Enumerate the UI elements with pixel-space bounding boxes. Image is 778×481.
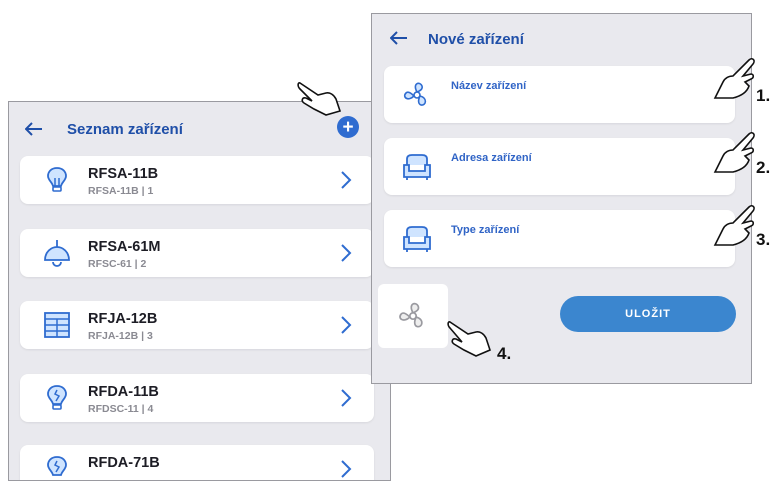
pointing-hand-icon — [447, 321, 491, 357]
device-type-field[interactable]: Type zařízení — [384, 210, 735, 267]
fan-icon — [399, 302, 423, 328]
pointing-hand-icon — [713, 132, 755, 173]
chevron-right-icon — [341, 171, 352, 189]
device-card[interactable]: RFSA-61M RFSC-61 | 2 — [20, 229, 374, 277]
device-address-field[interactable]: Adresa zařízení — [384, 138, 735, 195]
device-name: RFDA-71B — [88, 455, 160, 471]
device-list-screen: Seznam zařízení + RFSA-11B RFSA-11B | 1 … — [8, 101, 391, 481]
blinds-icon — [44, 312, 70, 338]
icon-picker[interactable] — [378, 284, 448, 348]
device-name: RFJA-12B — [88, 311, 158, 327]
device-subtitle: RFSA-11B | 1 — [88, 185, 154, 197]
dimmer-bulb-icon — [47, 385, 67, 410]
device-subtitle: RFDSC-11 | 4 — [88, 403, 154, 415]
plus-circle-icon[interactable]: + — [337, 116, 359, 138]
device-name: RFSA-61M — [88, 239, 161, 255]
annotation-label: 2. — [756, 158, 771, 177]
armchair-icon — [403, 226, 431, 252]
bulb-icon — [47, 167, 67, 192]
chevron-right-icon — [341, 389, 352, 407]
page-title: Seznam zařízení — [67, 121, 183, 138]
pointing-hand-icon — [297, 82, 342, 116]
chevron-right-icon — [341, 460, 352, 478]
device-name: RFSA-11B — [88, 166, 159, 182]
back-arrow-icon[interactable] — [25, 122, 43, 136]
form-header: Nové zařízení — [372, 14, 751, 66]
chevron-right-icon — [341, 316, 352, 334]
device-card[interactable]: RFDA-71B — [20, 445, 374, 480]
back-arrow-icon[interactable] — [390, 31, 408, 45]
page-title: Nové zařízení — [428, 31, 524, 48]
device-name-field[interactable]: Název zařízení — [384, 66, 735, 123]
fan-icon — [403, 82, 427, 106]
new-device-screen: Nové zařízení Název zařízení Adresa zaří… — [371, 13, 752, 384]
pointing-hand-icon — [713, 205, 755, 246]
ceiling-lamp-icon — [44, 240, 70, 267]
annotation-label: 4. — [497, 344, 512, 363]
chevron-right-icon — [341, 244, 352, 262]
dimmer-bulb-icon — [47, 456, 67, 476]
device-card[interactable]: RFJA-12B RFJA-12B | 3 — [20, 301, 374, 349]
annotation-label: 3. — [756, 230, 771, 249]
annotation-label: 1. — [756, 86, 771, 105]
device-subtitle: RFJA-12B | 3 — [88, 330, 153, 342]
device-subtitle: RFSC-61 | 2 — [88, 258, 147, 270]
field-label: Adresa zařízení — [451, 152, 532, 164]
field-label: Type zařízení — [451, 224, 520, 236]
save-button[interactable]: ULOŽIT — [560, 296, 736, 332]
field-label: Název zařízení — [451, 80, 527, 92]
armchair-icon — [403, 154, 431, 180]
device-card[interactable]: RFDA-11B RFDSC-11 | 4 — [20, 374, 374, 422]
device-name: RFDA-11B — [88, 384, 159, 400]
device-card[interactable]: RFSA-11B RFSA-11B | 1 — [20, 156, 374, 204]
pointing-hand-icon — [713, 58, 755, 99]
